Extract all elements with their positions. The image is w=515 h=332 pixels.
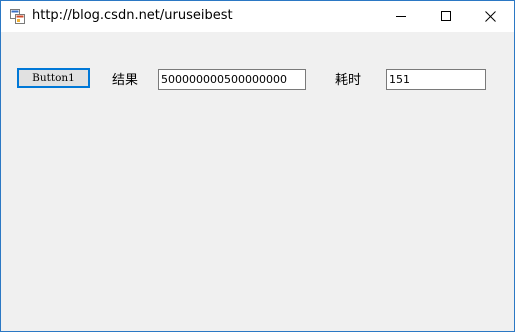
maximize-icon (440, 11, 451, 21)
button1[interactable]: Button1 (17, 68, 90, 88)
result-textbox[interactable]: 500000000500000000 (158, 69, 306, 90)
minimize-button[interactable] (378, 1, 423, 31)
window-title: http://blog.csdn.net/uruseibest (32, 8, 233, 23)
elapsed-time-label: 耗时 (335, 73, 362, 88)
title-bar[interactable]: http://blog.csdn.net/uruseibest (1, 1, 514, 32)
client-area: Button1 结果 500000000500000000 耗时 151 (1, 32, 514, 331)
close-button[interactable] (468, 1, 513, 31)
elapsed-time-textbox[interactable]: 151 (386, 69, 486, 90)
close-icon (485, 10, 496, 22)
form-app-icon (10, 9, 25, 24)
app-window: http://blog.csdn.net/uruseibest Button1 … (0, 0, 515, 332)
result-label: 结果 (112, 73, 139, 88)
maximize-button[interactable] (423, 1, 468, 31)
minimize-icon (395, 16, 406, 17)
